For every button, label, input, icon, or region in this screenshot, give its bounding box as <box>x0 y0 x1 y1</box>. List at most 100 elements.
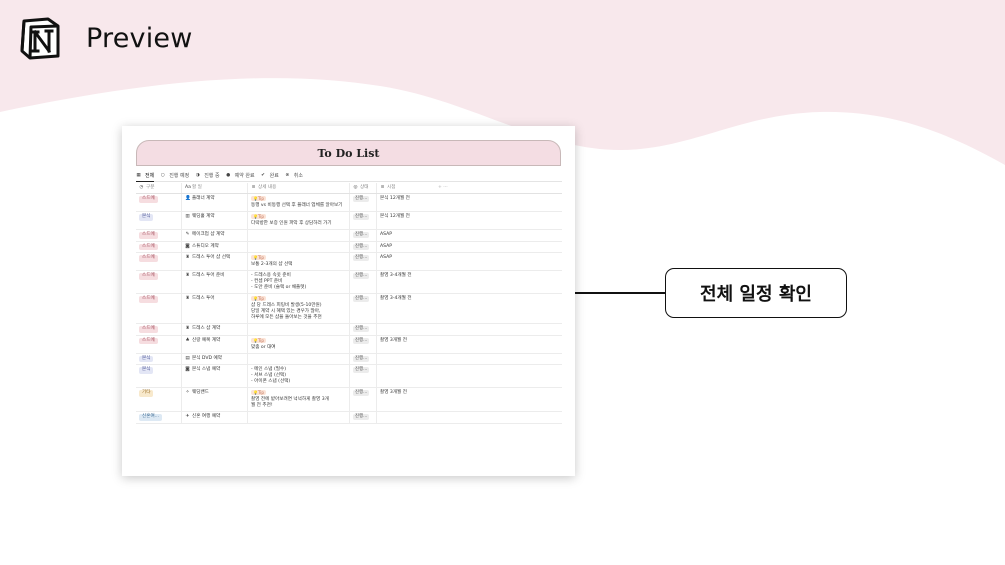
tip-badge: 💡Tip <box>251 390 266 395</box>
detail-cell <box>248 353 350 364</box>
task-name-cell[interactable]: ◙ 본식 스냅 예약 <box>182 365 248 387</box>
status-icon: ◎ <box>353 185 358 190</box>
task-name-cell[interactable]: ♜ 드레스 투어 샵 선택 <box>182 253 248 270</box>
status-badge: 진행... <box>353 326 370 332</box>
status-cell[interactable]: 진행... <box>350 294 377 323</box>
category-tag: 스드메 <box>139 337 158 344</box>
table-row[interactable]: 스드메 ♜ 드레스 투어 💡Tip 샵 당 드레스 피팅비 발생(5-10만원) 당일 계… <box>136 294 562 324</box>
table-row[interactable]: 신혼여... ✈ 신혼 여행 예약 진행... <box>136 412 562 424</box>
detail-line: 월 전 추천! <box>251 403 273 408</box>
status-cell[interactable]: 진행... <box>350 365 377 387</box>
status-cell[interactable]: 진행... <box>350 353 377 364</box>
tab-view-2[interactable]: ◑ 진행 중 <box>195 170 220 182</box>
table-row[interactable]: 스드메 ♜ 드레스 샵 계약 진행... <box>136 324 562 336</box>
task-name-cell[interactable]: ✧ 웨딩밴드 <box>182 388 248 411</box>
status-badge: 진행... <box>353 337 370 344</box>
detail-line: 동행 vs 비동행 선택 후 플래너 업체를 알아보기 <box>251 203 343 208</box>
table-row[interactable]: 본식 ◙ 본식 스냅 예약 - 메인 스냅 (필수) - 서브 스냅 (선택) - 아이폰… <box>136 365 562 388</box>
status-cell[interactable]: 진행... <box>350 241 377 252</box>
table-row[interactable]: 스드메 ◙ 스튜디오 계약 진행... ASAP <box>136 241 562 253</box>
task-name-cell[interactable]: ♣ 신랑 예복 계약 <box>182 335 248 353</box>
empty-cell <box>435 365 562 387</box>
column-header-category[interactable]: ◷ 구분 <box>136 183 182 193</box>
notion-screenshot: To Do List ▦ 전체 ○ 진행 예정 ◑ 진행 중 ● 예약 완료 ✔ 완료 ⊗ 취소 ◷ 구… <box>122 126 575 476</box>
camera-icon: ◙ <box>185 367 190 372</box>
status-cell[interactable]: 진행... <box>350 271 377 293</box>
page-title: Preview <box>86 22 193 54</box>
tab-label: 취소 <box>293 173 303 179</box>
task-name: 드레스 투어 준비 <box>192 273 225 278</box>
status-cell[interactable]: 진행... <box>350 230 377 241</box>
task-name-cell[interactable]: ♜ 드레스 샵 계약 <box>182 324 248 335</box>
tab-view-4[interactable]: ✔ 완료 <box>261 170 279 182</box>
brand-header: Preview <box>18 16 193 60</box>
task-name-cell[interactable]: ♜ 드레스 투어 <box>182 294 248 323</box>
tab-view-3[interactable]: ● 예약 완료 <box>226 170 255 182</box>
add-column-button[interactable]: + ··· <box>435 183 562 193</box>
task-name-cell[interactable]: ▤ 본식 DVD 예약 <box>182 353 248 364</box>
time-cell <box>377 412 435 423</box>
category-tag: 기타 <box>139 390 154 397</box>
category-cell: 본식 <box>136 365 182 387</box>
notion-page-title: To Do List <box>317 146 380 160</box>
task-name-cell[interactable]: ✈ 신혼 여행 예약 <box>182 412 248 423</box>
table-row[interactable]: 기타 ✧ 웨딩밴드 💡Tip 촬영 전에 받아보려면 넉넉하게 촬영 3개 월 전 추천!… <box>136 388 562 412</box>
status-cell[interactable]: 진행... <box>350 253 377 270</box>
tab-view-5[interactable]: ⊗ 취소 <box>285 170 303 182</box>
tab-view-0[interactable]: ▦ 전체 <box>136 170 155 182</box>
task-name: 본식 스냅 예약 <box>192 367 221 372</box>
task-name-cell[interactable]: ✎ 메이크업 샵 계약 <box>182 230 248 241</box>
status-cell[interactable]: 진행... <box>350 335 377 353</box>
status-cell[interactable]: 진행... <box>350 388 377 411</box>
tab-label: 진행 중 <box>204 173 220 179</box>
table-row[interactable]: 본식 ▥ 웨딩홀 계약 💡Tip 다락방한 보증 인원 파악 후 상담하러 가기 진행..… <box>136 212 562 230</box>
column-header-status[interactable]: ◎ 상태 <box>350 183 377 193</box>
column-header-detail[interactable]: ≡ 상세 내용 <box>248 183 350 193</box>
table-row[interactable]: 스드메 👤플래너 계약 💡Tip 동행 vs 비동행 선택 후 플래너 업체를 알아보… <box>136 194 562 212</box>
table-row[interactable]: 스드메 ♣ 신랑 예복 계약 💡Tip 맞춤 or 대여 진행... 촬영 3개월 전 <box>136 335 562 354</box>
time-cell: ASAP <box>377 242 435 253</box>
task-name: 웨딩밴드 <box>192 390 209 395</box>
detail-cell: 💡Tip 다락방한 보증 인원 파악 후 상담하러 가기 <box>248 212 350 229</box>
task-name-cell[interactable]: ◙ 스튜디오 계약 <box>182 241 248 252</box>
detail-line: 하루에 모든 샵을 돌아보는 것을 추천 <box>251 315 322 320</box>
column-header-time[interactable]: ≡ 시점 <box>377 183 435 193</box>
tip-badge: 💡Tip <box>251 196 266 201</box>
task-name-cell[interactable]: 👤플래너 계약 <box>182 194 248 211</box>
time-value: 본식 12개월 전 <box>380 196 410 201</box>
table-row[interactable]: 본식 ▤ 본식 DVD 예약 진행... <box>136 353 562 365</box>
category-tag: 스드메 <box>139 326 158 333</box>
detail-cell: 💡Tip 샵 당 드레스 피팅비 발생(5-10만원) 당일 계약 시 혜택 있는 … <box>248 294 350 323</box>
empty-cell <box>435 412 562 423</box>
time-cell: 촬영 3개월 전 <box>377 388 435 411</box>
empty-cell <box>435 212 562 229</box>
status-cell[interactable]: 진행... <box>350 194 377 211</box>
column-header-name[interactable]: Aa할 일 <box>182 183 248 193</box>
task-name: 신혼 여행 예약 <box>192 414 221 419</box>
status-cell[interactable]: 진행... <box>350 412 377 423</box>
table-row[interactable]: 스드메 ♜ 드레스 투어 준비 - 드레스용 속옷 준비 - 컨셉 PPT 준비 - 도안… <box>136 271 562 294</box>
empty-cell <box>435 294 562 323</box>
time-cell: 본식 12개월 전 <box>377 194 435 211</box>
brush-icon: ✎ <box>185 232 190 237</box>
category-cell: 스드메 <box>136 271 182 293</box>
category-tag: 스드메 <box>139 232 158 239</box>
category-cell: 스드메 <box>136 194 182 211</box>
category-cell: 스드메 <box>136 230 182 241</box>
task-name-cell[interactable]: ♜ 드레스 투어 준비 <box>182 271 248 293</box>
tip-badge: 💡Tip <box>251 214 266 219</box>
time-value: ASAP <box>380 232 393 237</box>
category-cell: 기타 <box>136 388 182 411</box>
status-cell[interactable]: 진행... <box>350 324 377 335</box>
category-tag: 신혼여... <box>139 414 163 421</box>
time-value: 촬영 3-4개월 전 <box>380 273 412 278</box>
notion-logo-icon <box>20 17 60 60</box>
table-row[interactable]: 스드메 ✎ 메이크업 샵 계약 진행... ASAP <box>136 230 562 242</box>
table-row[interactable]: 스드메 ♜ 드레스 투어 샵 선택 💡Tip 보통 2-3개의 샵 선택 진행... ASA… <box>136 253 562 271</box>
status-cell[interactable]: 진행... <box>350 212 377 229</box>
task-name: 신랑 예복 계약 <box>192 337 221 343</box>
task-name-cell[interactable]: ▥ 웨딩홀 계약 <box>182 212 248 229</box>
film-icon: ▤ <box>185 355 190 361</box>
building-icon: ▥ <box>185 214 190 219</box>
tab-view-1[interactable]: ○ 진행 예정 <box>160 170 190 182</box>
